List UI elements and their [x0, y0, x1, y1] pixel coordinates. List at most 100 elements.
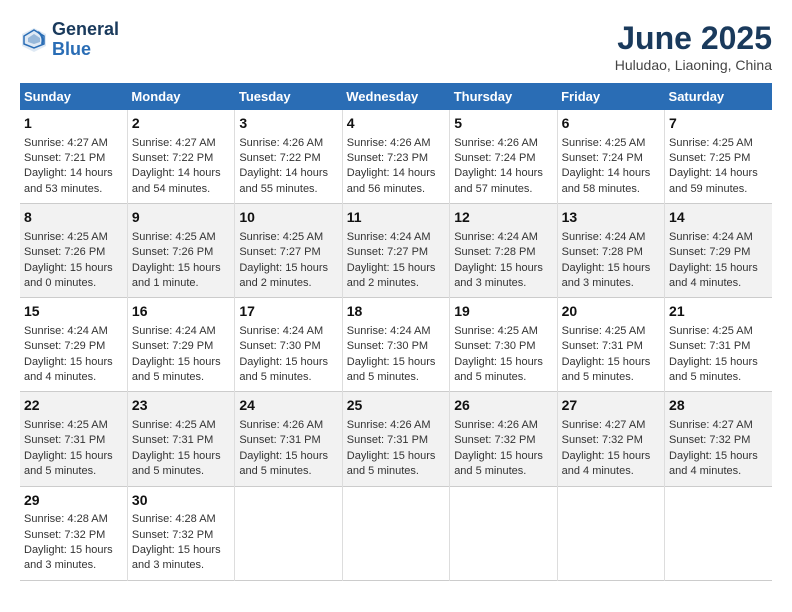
daylight-label: Daylight: 15 hours and 0 minutes.: [24, 262, 113, 289]
sunrise-label: Sunrise: 4:24 AM: [347, 231, 431, 243]
daylight-label: Daylight: 15 hours and 3 minutes.: [454, 262, 543, 289]
sunrise-label: Sunrise: 4:26 AM: [347, 137, 431, 149]
daylight-label: Daylight: 15 hours and 5 minutes.: [347, 450, 436, 477]
calendar-cell: 9 Sunrise: 4:25 AM Sunset: 7:26 PM Daylight…: [127, 204, 234, 298]
day-number: 11: [347, 208, 445, 228]
calendar-cell: 1Sunrise: 4:27 AMSunset: 7:21 PMDaylight…: [20, 110, 127, 204]
sunset-label: Sunset: 7:24 PM: [562, 152, 643, 164]
sunrise-label: Sunrise: 4:25 AM: [132, 419, 216, 431]
col-tuesday: Tuesday: [235, 83, 342, 110]
sunset-label: Sunset: 7:27 PM: [347, 246, 428, 258]
sunset-label: Sunset: 7:32 PM: [132, 529, 213, 541]
sunset-label: Sunset: 7:32 PM: [669, 434, 750, 446]
sunrise-label: Sunrise: 4:27 AM: [669, 419, 753, 431]
daylight-label: Daylight: 15 hours and 5 minutes.: [454, 356, 543, 383]
daylight-label: Daylight: 15 hours and 5 minutes.: [239, 356, 328, 383]
calendar-cell: 12Sunrise: 4:24 AMSunset: 7:28 PMDayligh…: [450, 204, 557, 298]
calendar-cell: 21Sunrise: 4:25 AMSunset: 7:31 PMDayligh…: [665, 298, 772, 392]
calendar-cell: 27Sunrise: 4:27 AMSunset: 7:32 PMDayligh…: [557, 392, 664, 486]
day-number: 7: [669, 114, 768, 134]
day-number: 29: [24, 491, 123, 511]
sunset-label: Sunset: 7:32 PM: [454, 434, 535, 446]
calendar-cell: 4 Sunrise: 4:26 AM Sunset: 7:23 PM Daylight…: [342, 110, 449, 204]
title-block: June 2025 Huludao, Liaoning, China: [615, 20, 772, 73]
daylight-label: Daylight: 15 hours and 3 minutes.: [132, 544, 221, 571]
calendar-cell: [235, 486, 342, 580]
sunset-label: Sunset: 7:30 PM: [454, 340, 535, 352]
calendar-cell: 20Sunrise: 4:25 AMSunset: 7:31 PMDayligh…: [557, 298, 664, 392]
sunset-label: Sunset: 7:29 PM: [24, 340, 105, 352]
sunset-label: Sunset: 7:31 PM: [347, 434, 428, 446]
calendar-cell: 10Sunrise: 4:25 AMSunset: 7:27 PMDayligh…: [235, 204, 342, 298]
sunset-label: Sunset: 7:26 PM: [132, 246, 213, 258]
day-number: 9: [132, 208, 230, 228]
sunrise-label: Sunrise: 4:28 AM: [132, 513, 216, 525]
day-number: 18: [347, 302, 445, 322]
sunrise-label: Sunrise: 4:24 AM: [24, 325, 108, 337]
day-number: 13: [562, 208, 660, 228]
daylight-label: Daylight: 15 hours and 5 minutes.: [347, 356, 436, 383]
daylight-label: Daylight: 15 hours and 5 minutes.: [24, 450, 113, 477]
calendar-cell: 17Sunrise: 4:24 AMSunset: 7:30 PMDayligh…: [235, 298, 342, 392]
sunset-label: Sunset: 7:31 PM: [562, 340, 643, 352]
sunrise-label: Sunrise: 4:27 AM: [24, 137, 108, 149]
sunrise-label: Sunrise: 4:25 AM: [454, 325, 538, 337]
sunrise-label: Sunrise: 4:27 AM: [562, 419, 646, 431]
sunrise-label: Sunrise: 4:24 AM: [669, 231, 753, 243]
day-number: 1: [24, 114, 123, 134]
calendar-cell: 14Sunrise: 4:24 AMSunset: 7:29 PMDayligh…: [665, 204, 772, 298]
sunset-label: Sunset: 7:22 PM: [239, 152, 320, 164]
day-number: 2: [132, 114, 230, 134]
col-saturday: Saturday: [665, 83, 772, 110]
day-number: 14: [669, 208, 768, 228]
sunset-label: Sunset: 7:23 PM: [347, 152, 428, 164]
sunrise-label: Sunrise: 4:26 AM: [454, 137, 538, 149]
calendar-cell: 11 Sunrise: 4:24 AM Sunset: 7:27 PM Dayligh…: [342, 204, 449, 298]
daylight-label: Daylight: 15 hours and 1 minute.: [132, 262, 221, 289]
sunset-label: Sunset: 7:27 PM: [239, 246, 320, 258]
day-number: 6: [562, 114, 660, 134]
col-sunday: Sunday: [20, 83, 127, 110]
col-friday: Friday: [557, 83, 664, 110]
sunset-label: Sunset: 7:30 PM: [239, 340, 320, 352]
sunset-label: Sunset: 7:21 PM: [24, 152, 105, 164]
daylight-label: Daylight: 15 hours and 5 minutes.: [669, 356, 758, 383]
calendar-week-2: 8Sunrise: 4:25 AMSunset: 7:26 PMDaylight…: [20, 204, 772, 298]
day-number: 30: [132, 491, 230, 511]
col-thursday: Thursday: [450, 83, 557, 110]
calendar-cell: 24Sunrise: 4:26 AMSunset: 7:31 PMDayligh…: [235, 392, 342, 486]
logo-line1: General: [52, 20, 119, 40]
calendar-cell: 22Sunrise: 4:25 AMSunset: 7:31 PMDayligh…: [20, 392, 127, 486]
day-number: 10: [239, 208, 337, 228]
sunrise-label: Sunrise: 4:26 AM: [454, 419, 538, 431]
calendar-cell: 28Sunrise: 4:27 AMSunset: 7:32 PMDayligh…: [665, 392, 772, 486]
day-number: 23: [132, 396, 230, 416]
calendar-cell: 18Sunrise: 4:24 AMSunset: 7:30 PMDayligh…: [342, 298, 449, 392]
day-number: 22: [24, 396, 123, 416]
day-number: 27: [562, 396, 660, 416]
daylight-label: Daylight: 14 hours and 56 minutes.: [347, 167, 436, 194]
calendar-cell: 2Sunrise: 4:27 AMSunset: 7:22 PMDaylight…: [127, 110, 234, 204]
daylight-label: Daylight: 15 hours and 4 minutes.: [669, 450, 758, 477]
sunset-label: Sunset: 7:26 PM: [24, 246, 105, 258]
day-number: 20: [562, 302, 660, 322]
day-number: 15: [24, 302, 123, 322]
sunrise-label: Sunrise: 4:26 AM: [239, 419, 323, 431]
daylight-label: Daylight: 15 hours and 2 minutes.: [347, 262, 436, 289]
sunrise-label: Sunrise: 4:25 AM: [132, 231, 216, 243]
sunset-label: Sunset: 7:32 PM: [562, 434, 643, 446]
sunrise-label: Sunrise: 4:24 AM: [562, 231, 646, 243]
calendar-cell: 8Sunrise: 4:25 AMSunset: 7:26 PMDaylight…: [20, 204, 127, 298]
page-header: General Blue June 2025 Huludao, Liaoning…: [20, 20, 772, 73]
sunrise-label: Sunrise: 4:24 AM: [239, 325, 323, 337]
calendar-cell: 5Sunrise: 4:26 AMSunset: 7:24 PMDaylight…: [450, 110, 557, 204]
sunrise-label: Sunrise: 4:25 AM: [562, 137, 646, 149]
day-number: 4: [347, 114, 445, 134]
logo-line2: Blue: [52, 40, 119, 60]
calendar-cell: 16Sunrise: 4:24 AMSunset: 7:29 PMDayligh…: [127, 298, 234, 392]
sunset-label: Sunset: 7:30 PM: [347, 340, 428, 352]
daylight-label: Daylight: 15 hours and 5 minutes.: [454, 450, 543, 477]
calendar-cell: 7Sunrise: 4:25 AMSunset: 7:25 PMDaylight…: [665, 110, 772, 204]
calendar-cell: [665, 486, 772, 580]
sunrise-label: Sunrise: 4:28 AM: [24, 513, 108, 525]
